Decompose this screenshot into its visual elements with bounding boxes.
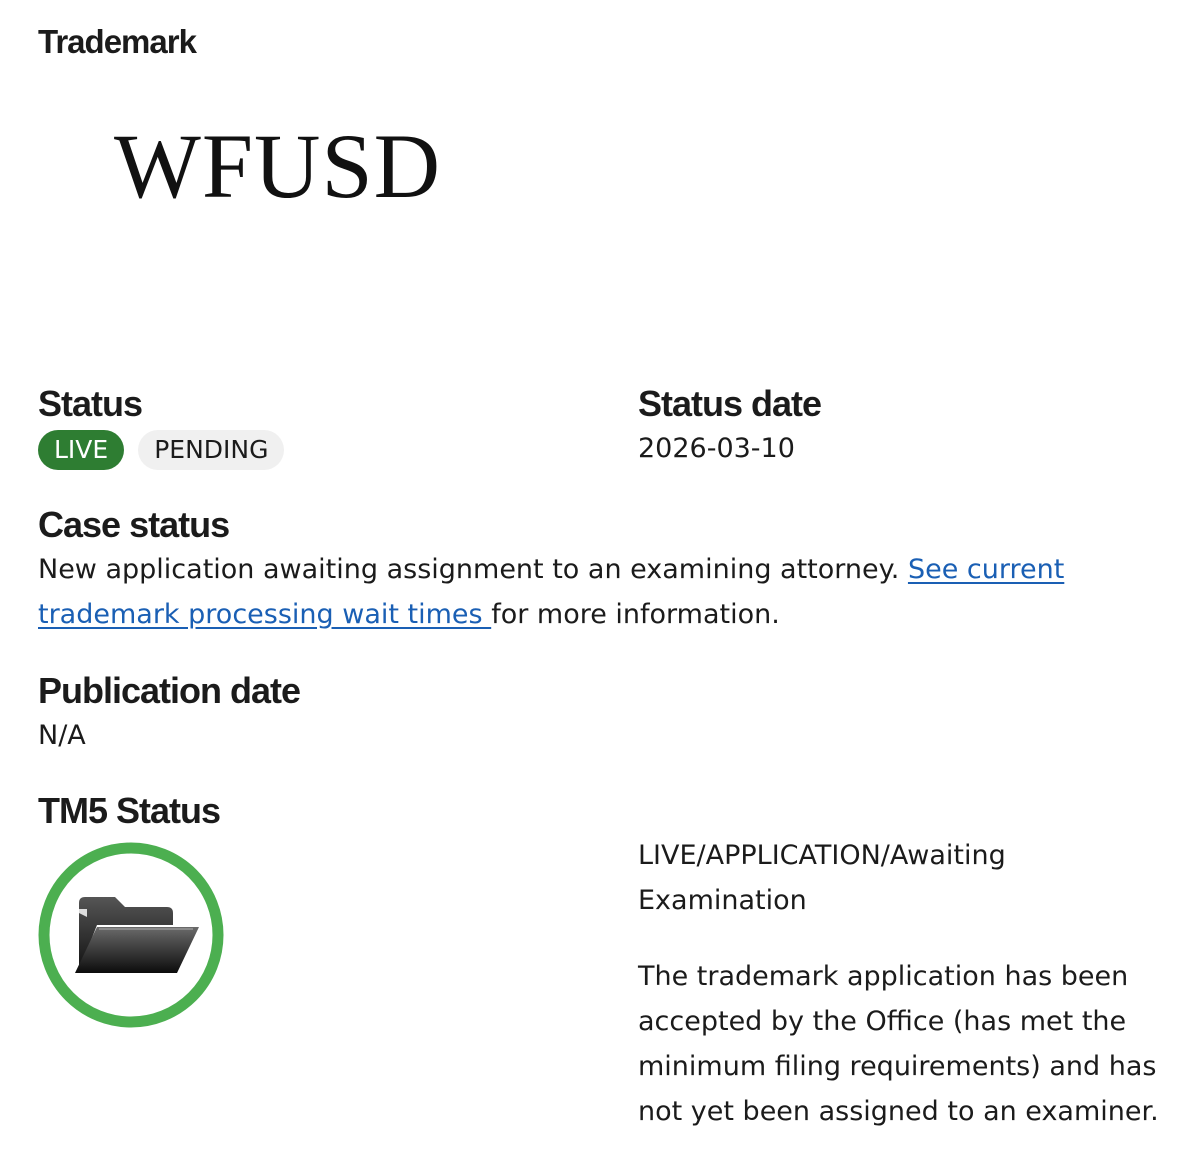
status-badge-live: LIVE <box>38 430 125 470</box>
case-status-description: New application awaiting assignment to a… <box>38 554 908 585</box>
status-date-heading: Status date <box>638 383 822 424</box>
tm5-status-heading: TM5 Status <box>38 790 221 831</box>
tm5-status-code: LIVE/APPLICATION/Awaiting Examination <box>638 840 1006 916</box>
publication-date-value: N/A <box>38 720 86 751</box>
status-date-value: 2026-03-10 <box>638 433 795 464</box>
status-heading: Status <box>38 383 143 424</box>
trademark-heading: Trademark <box>38 23 197 60</box>
case-status-suffix: for more information. <box>491 599 780 630</box>
open-folder-icon <box>37 841 225 1029</box>
trademark-mark-image: WFUSD <box>114 115 442 217</box>
tm5-status-description: The trademark application has been accep… <box>638 961 1159 1127</box>
publication-date-heading: Publication date <box>38 670 301 711</box>
case-status-heading: Case status <box>38 504 230 545</box>
status-badges: LIVE PENDING <box>38 430 285 470</box>
status-badge-pending: PENDING <box>138 430 285 470</box>
case-status-text: New application awaiting assignment to a… <box>38 547 1118 637</box>
